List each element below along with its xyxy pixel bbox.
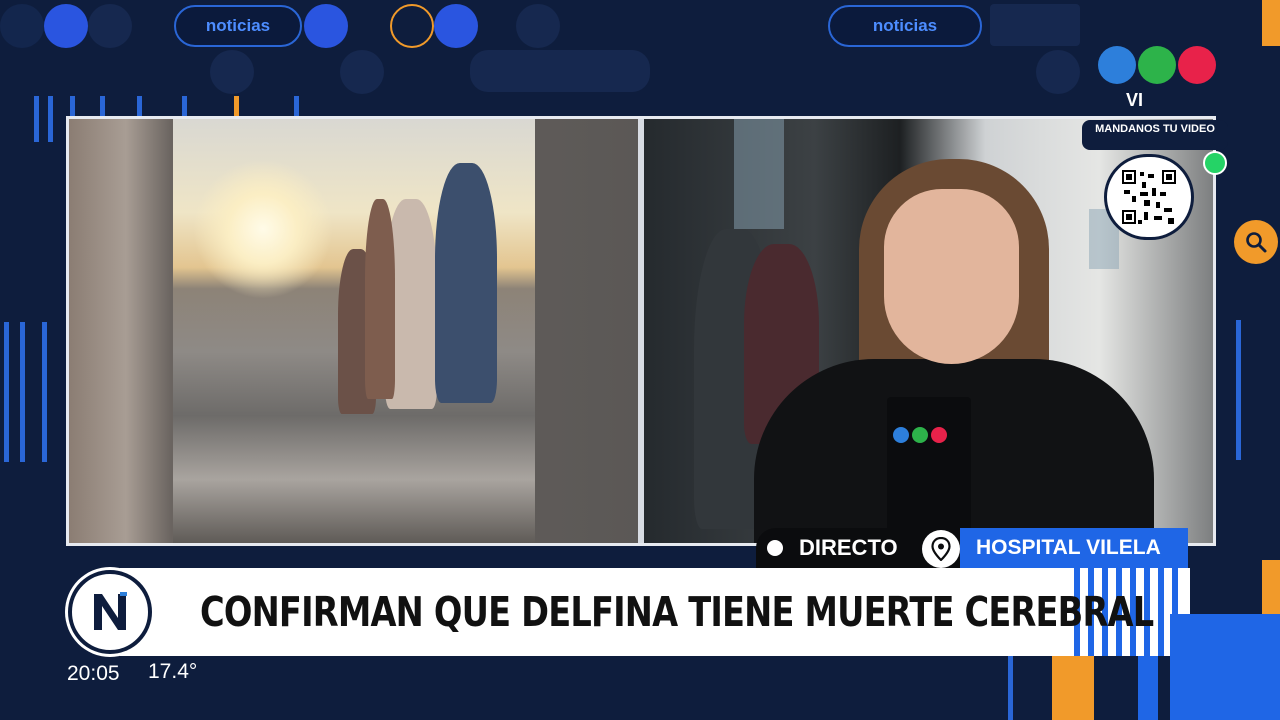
temperature: 17.4° (148, 660, 198, 683)
bg-dot (340, 50, 384, 94)
bg-dot (0, 4, 44, 48)
bg-tick (4, 322, 9, 462)
location-label: HOSPITAL VILELA (960, 528, 1188, 568)
bg-orange-block (1052, 656, 1094, 720)
bg-bar (470, 50, 650, 92)
person (435, 163, 497, 403)
bg-dot (44, 4, 88, 48)
bg-tick (182, 96, 187, 116)
live-dot-icon (767, 540, 783, 556)
person (365, 199, 395, 399)
noticias-pill[interactable]: noticias (828, 5, 982, 47)
sun (193, 159, 333, 299)
bg-dot (304, 4, 348, 48)
bg-orange-block (1262, 0, 1280, 46)
bg-dot (210, 50, 254, 94)
send-video-cta: MANDANOS TU VIDEO (1082, 120, 1228, 150)
channel-logo-icon (1098, 46, 1216, 84)
bg-tick (1008, 656, 1013, 720)
noticias-pill[interactable]: noticias (174, 5, 302, 47)
bg-tick (137, 96, 142, 116)
bg-tick (48, 96, 53, 142)
whatsapp-icon (1203, 151, 1227, 175)
building-window (734, 119, 784, 229)
bg-blue-block (1138, 656, 1158, 720)
microphone (887, 397, 971, 537)
bg-tick (42, 322, 47, 462)
bg-tick (20, 322, 25, 462)
live-label: DIRECTO (799, 535, 898, 560)
n-logo-icon (68, 570, 152, 654)
qr-code-icon[interactable] (1104, 154, 1194, 240)
clock: 20:05 (67, 662, 120, 685)
bg-tick (294, 96, 299, 116)
bg-blue-block (1170, 614, 1280, 720)
bg-tick (1236, 320, 1241, 460)
bg-dot (1036, 50, 1080, 94)
bg-tick (70, 96, 75, 116)
bg-tick (100, 96, 105, 116)
reporter-face (884, 189, 1019, 364)
bg-tick (234, 96, 239, 116)
family-photo-panel (69, 119, 638, 543)
bg-tick (34, 96, 39, 142)
bg-dot (390, 4, 434, 48)
bg-bar (990, 4, 1080, 46)
beach-photo (173, 119, 535, 543)
bg-dot (434, 4, 478, 48)
bg-dot (88, 4, 132, 48)
channel-logo-text: VI (1126, 90, 1144, 110)
location-pin-icon (922, 530, 960, 568)
bg-orange-block (1262, 560, 1280, 614)
search-icon[interactable] (1234, 220, 1278, 264)
headline: CONFIRMAN QUE DELFINA TIENE MUERTE CEREB… (200, 588, 1154, 636)
bg-dot (516, 4, 560, 48)
mic-logo (893, 427, 947, 443)
